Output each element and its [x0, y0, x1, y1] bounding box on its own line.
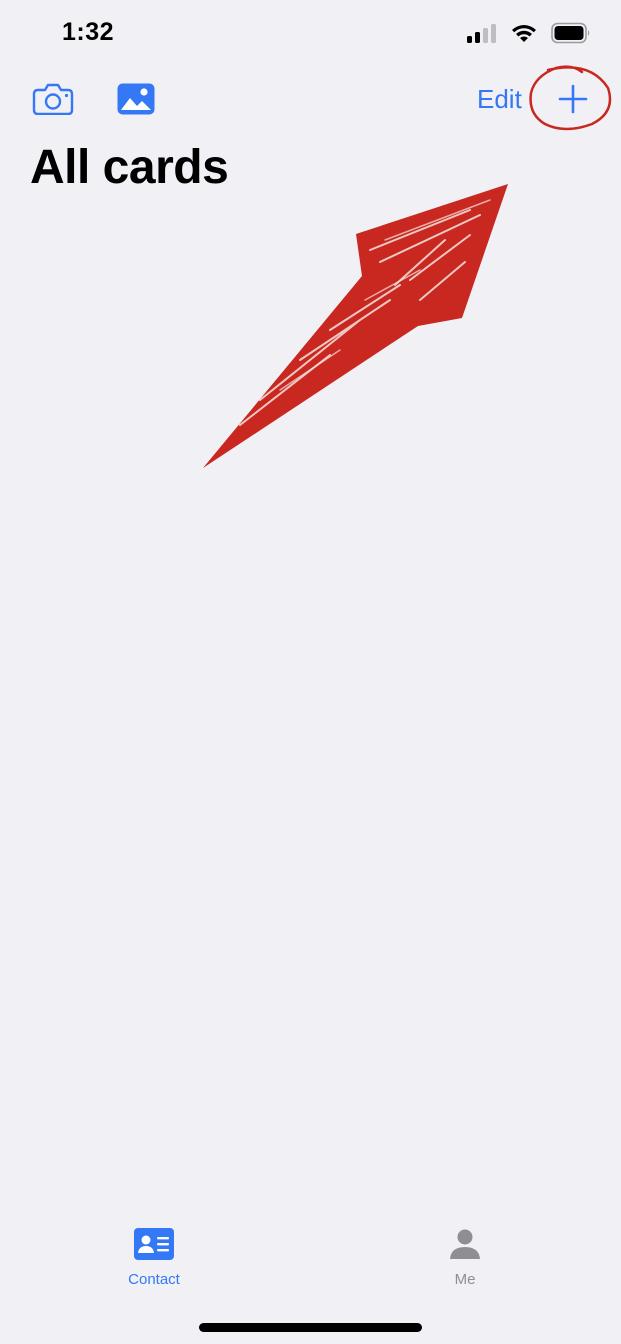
- status-icons: [467, 22, 591, 44]
- annotation-overlay: [203, 65, 612, 468]
- tab-label-contact: Contact: [128, 1271, 180, 1288]
- tab-bar: Contact Me: [0, 1210, 621, 1310]
- photo-library-icon[interactable]: [116, 82, 156, 116]
- tab-contact[interactable]: Contact: [94, 1228, 214, 1288]
- status-bar: 1:32: [0, 0, 621, 70]
- battery-icon: [551, 22, 590, 44]
- tab-label-me: Me: [454, 1271, 476, 1288]
- person-icon: [450, 1229, 480, 1259]
- navigation-bar: Edit: [0, 70, 621, 130]
- wifi-icon: [512, 25, 536, 42]
- home-indicator[interactable]: [199, 1323, 422, 1332]
- plus-icon[interactable]: [558, 84, 588, 114]
- annotation-arrow: [203, 184, 508, 468]
- edit-button[interactable]: Edit: [477, 84, 522, 115]
- cellular-signal-icon: [467, 24, 496, 43]
- camera-icon[interactable]: [32, 83, 74, 115]
- status-time: 1:32: [62, 18, 115, 46]
- tab-me[interactable]: Me: [405, 1228, 525, 1288]
- page-title: All cards: [30, 141, 229, 194]
- contact-card-icon: [134, 1228, 174, 1260]
